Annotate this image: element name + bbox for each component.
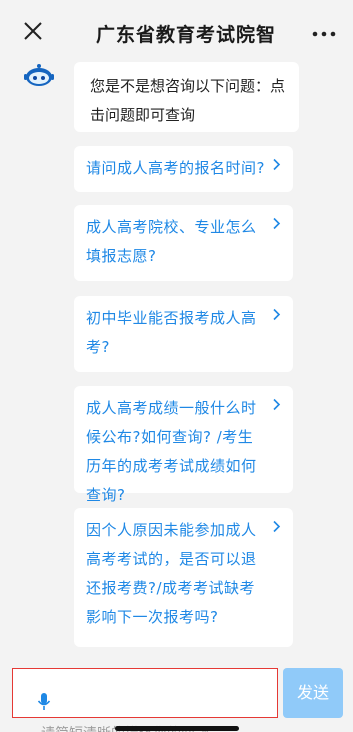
page-title: 广东省教育考试院智 bbox=[96, 24, 277, 46]
bot-greeting-bubble: 您是不是想咨询以下问题：点击问题即可查询 bbox=[74, 62, 299, 132]
question-text: 成人高考院校、专业怎么填报志愿? bbox=[86, 218, 257, 265]
question-item-score-release[interactable]: 成人高考成绩一般什么时候公布?如何查询? /考生历年的成考考试成绩如何查询? bbox=[74, 386, 293, 504]
chevron-right-icon bbox=[273, 158, 281, 171]
top-nav-bar: 广东省教育考试院智 bbox=[0, 0, 353, 64]
question-text: 请问成人高考的报名时间? bbox=[86, 159, 265, 177]
question-item-volunteer[interactable]: 成人高考院校、专业怎么填报志愿? bbox=[74, 205, 293, 281]
chevron-right-icon bbox=[273, 520, 281, 533]
microphone-icon[interactable] bbox=[37, 691, 51, 713]
more-dots-icon[interactable] bbox=[311, 22, 337, 42]
bot-avatar-icon bbox=[24, 64, 54, 86]
question-item-registration-time[interactable]: 请问成人高考的报名时间? bbox=[74, 146, 293, 192]
close-icon[interactable] bbox=[20, 18, 46, 44]
chevron-right-icon bbox=[273, 217, 281, 230]
input-footer: 请简短清晰的描述您的问题 发送 bbox=[0, 656, 353, 732]
chevron-right-icon bbox=[273, 398, 281, 411]
question-text: 初中毕业能否报考成人高考? bbox=[86, 309, 257, 356]
question-text: 因个人原因未能参加成人高考考试的，是否可以退还报考费?/成考考试缺考影响下一次报… bbox=[86, 521, 257, 626]
question-item-refund[interactable]: 因个人原因未能参加成人高考考试的，是否可以退还报考费?/成考考试缺考影响下一次报… bbox=[74, 508, 293, 647]
home-indicator bbox=[115, 726, 239, 731]
chevron-right-icon bbox=[273, 308, 281, 321]
question-text: 成人高考成绩一般什么时候公布?如何查询? /考生历年的成考考试成绩如何查询? bbox=[86, 399, 257, 504]
send-button[interactable]: 发送 bbox=[283, 668, 343, 718]
message-input[interactable]: 请简短清晰的描述您的问题 bbox=[12, 668, 278, 732]
question-item-eligibility[interactable]: 初中毕业能否报考成人高考? bbox=[74, 296, 293, 372]
